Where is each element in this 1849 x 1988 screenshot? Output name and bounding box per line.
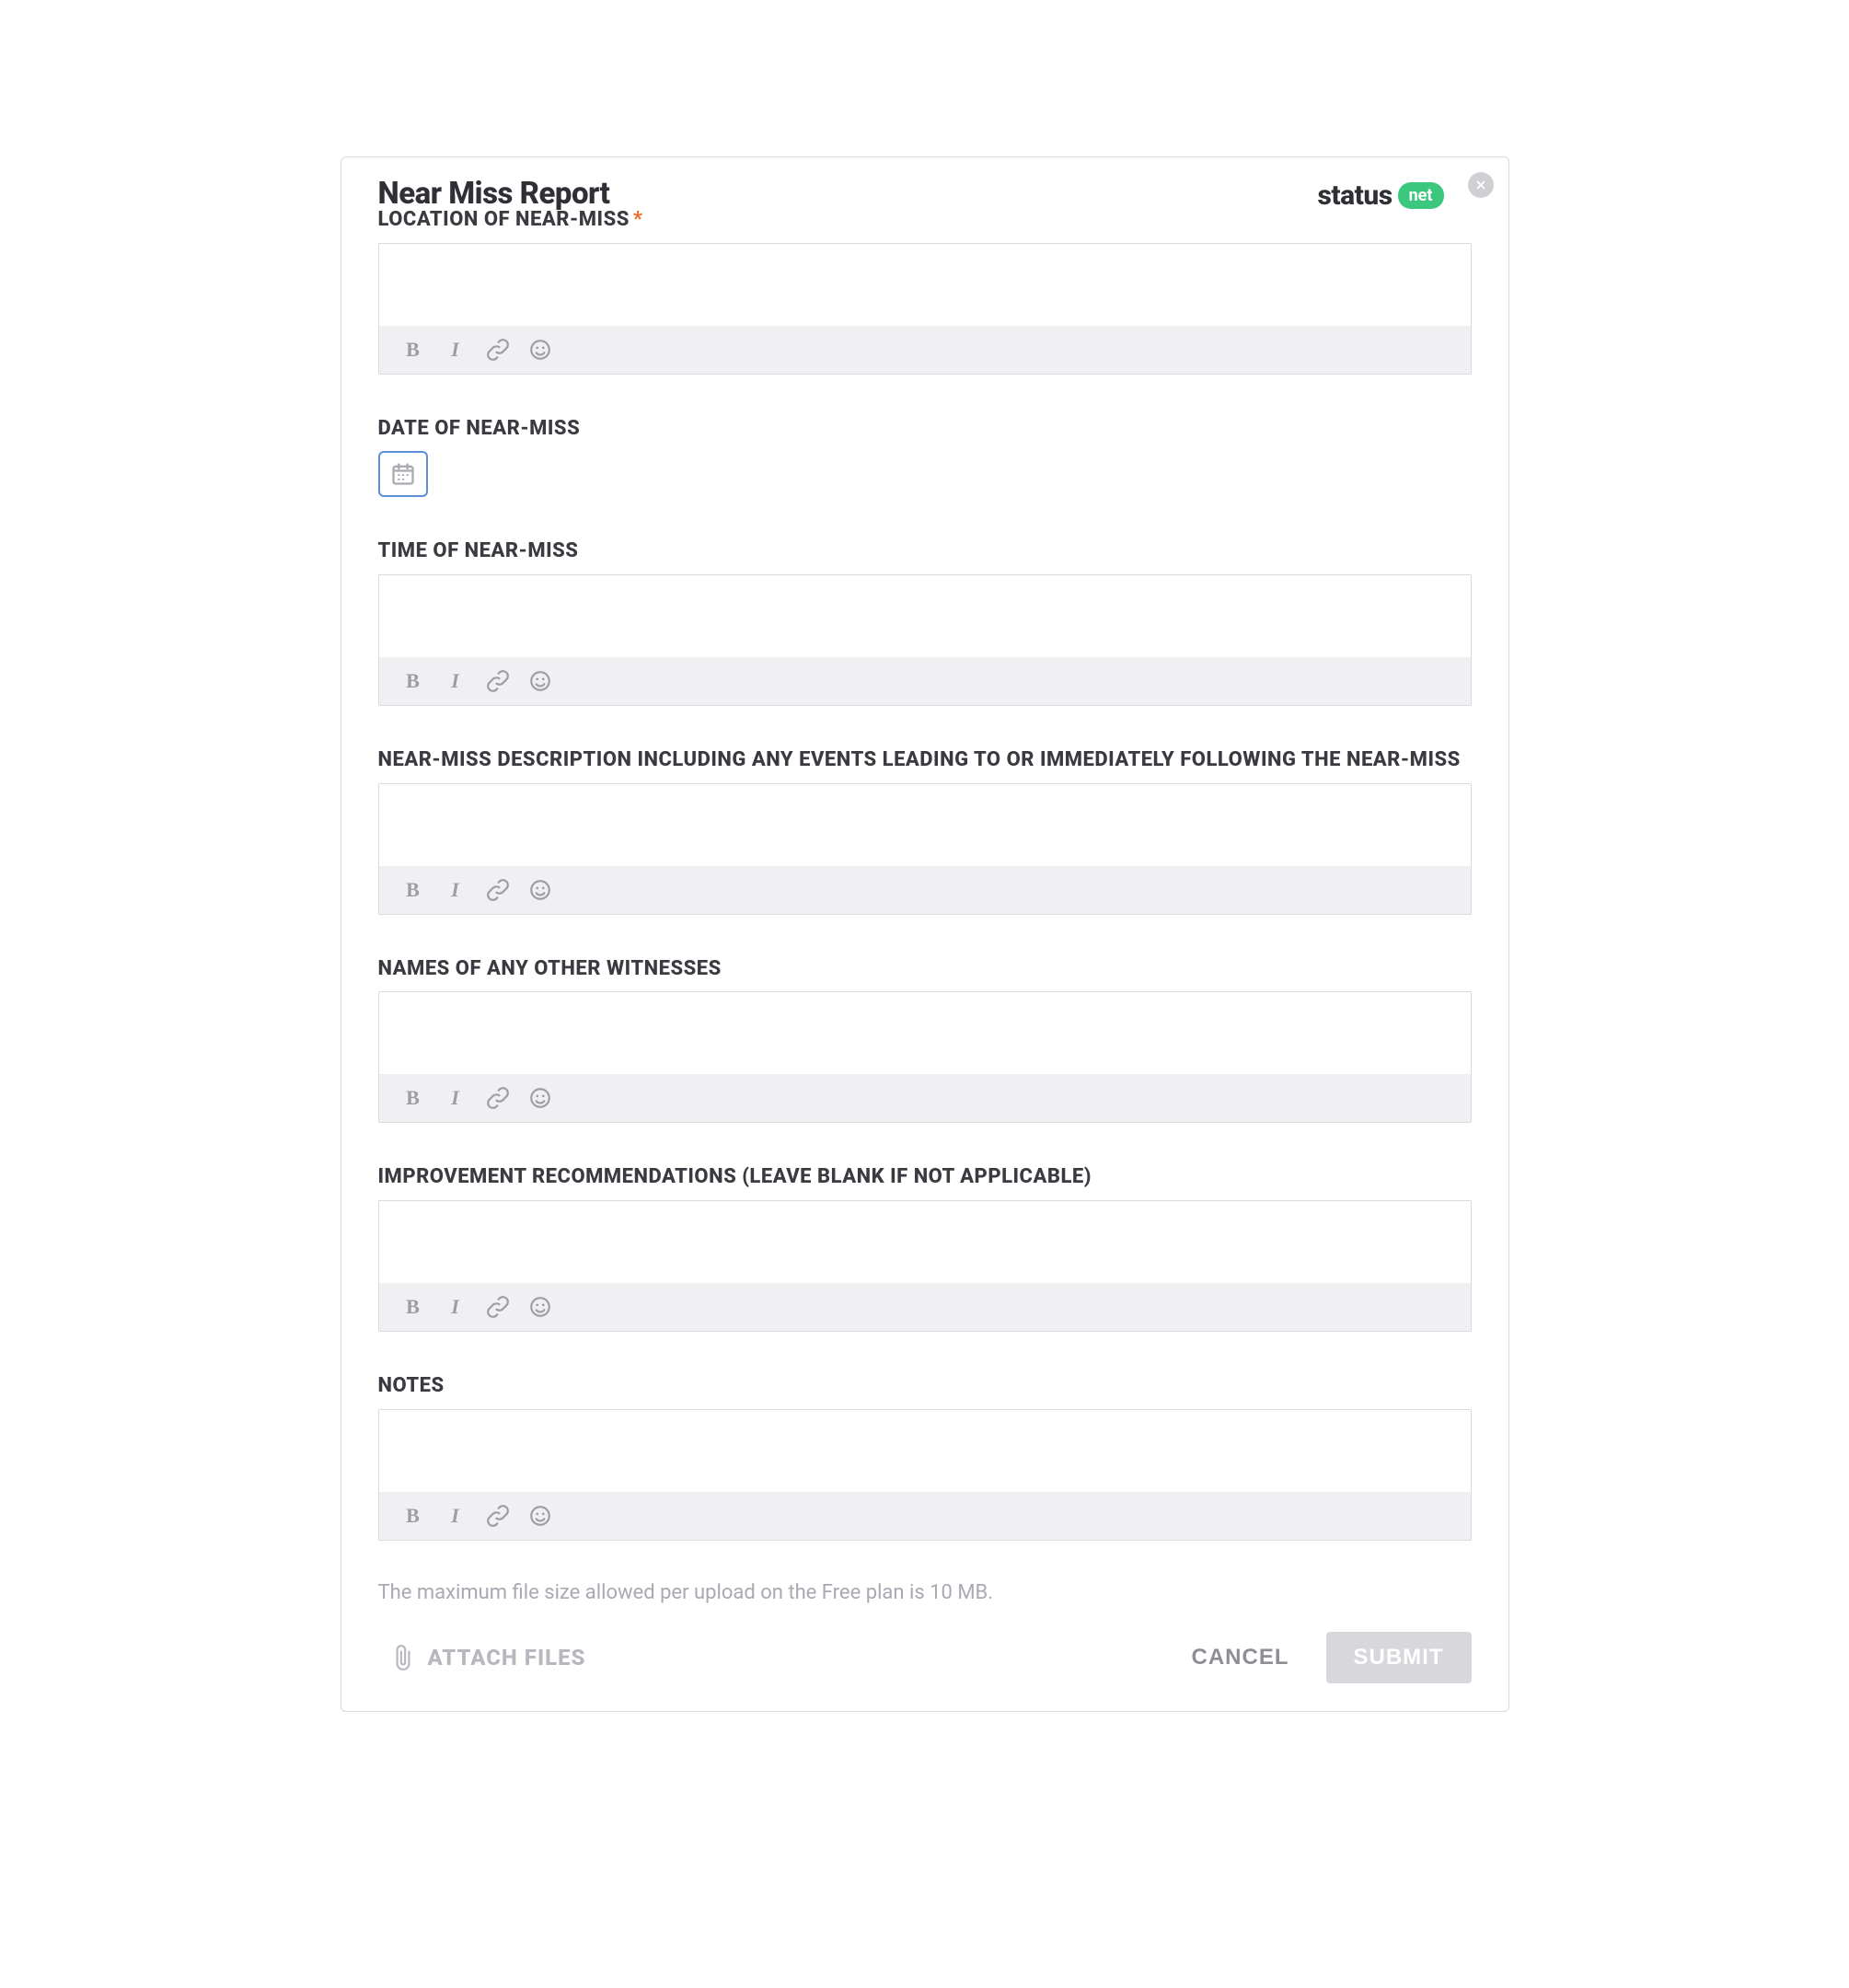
field-time: TIME OF NEAR-MISS B I [378, 537, 1472, 706]
emoji-icon [528, 1086, 552, 1110]
brand-badge: net [1398, 182, 1444, 209]
emoji-icon [528, 1295, 552, 1319]
link-icon [486, 338, 510, 362]
link-button[interactable] [486, 1295, 510, 1319]
editor-location: B I [378, 243, 1472, 375]
close-button[interactable] [1468, 172, 1494, 198]
link-button[interactable] [486, 878, 510, 902]
paperclip-icon [391, 1644, 415, 1671]
link-button[interactable] [486, 1504, 510, 1528]
brand-text: status [1317, 179, 1392, 212]
time-input[interactable] [379, 575, 1471, 653]
link-icon [486, 878, 510, 902]
link-button[interactable] [486, 338, 510, 362]
close-icon [1474, 179, 1487, 191]
emoji-button[interactable] [528, 1295, 552, 1319]
editor-toolbar: B I [379, 657, 1471, 705]
field-label-improvements: IMPROVEMENT RECOMMENDATIONS (LEAVE BLANK… [378, 1163, 1472, 1191]
italic-button[interactable]: I [444, 1295, 468, 1319]
italic-button[interactable]: I [444, 338, 468, 362]
field-label-description: NEAR-MISS DESCRIPTION INCLUDING ANY EVEN… [378, 746, 1472, 774]
notes-input[interactable] [379, 1410, 1471, 1488]
emoji-icon [528, 669, 552, 693]
italic-button[interactable]: I [444, 878, 468, 902]
field-witnesses: NAMES OF ANY OTHER WITNESSES B I [378, 955, 1472, 1124]
editor-time: B I [378, 574, 1472, 706]
attach-files-button[interactable]: ATTACH FILES [391, 1644, 586, 1671]
editor-description: B I [378, 783, 1472, 915]
emoji-button[interactable] [528, 1504, 552, 1528]
bold-button[interactable]: B [401, 1086, 425, 1110]
bold-button[interactable]: B [401, 338, 425, 362]
bold-button[interactable]: B [401, 1504, 425, 1528]
near-miss-report-modal: Near Miss Report status net LOCATION OF … [341, 156, 1509, 1712]
editor-toolbar: B I [379, 1074, 1471, 1122]
location-input[interactable] [379, 244, 1471, 322]
required-star: * [633, 208, 643, 231]
italic-button[interactable]: I [444, 669, 468, 693]
field-label-witnesses: NAMES OF ANY OTHER WITNESSES [378, 955, 1472, 983]
submit-button[interactable]: SUBMIT [1326, 1632, 1472, 1683]
link-icon [486, 1086, 510, 1110]
emoji-button[interactable] [528, 669, 552, 693]
emoji-icon [528, 878, 552, 902]
field-improvements: IMPROVEMENT RECOMMENDATIONS (LEAVE BLANK… [378, 1163, 1472, 1332]
italic-button[interactable]: I [444, 1504, 468, 1528]
editor-toolbar: B I [379, 326, 1471, 374]
field-label-date: DATE OF NEAR-MISS [378, 415, 1472, 443]
editor-witnesses: B I [378, 991, 1472, 1123]
field-description: NEAR-MISS DESCRIPTION INCLUDING ANY EVEN… [378, 746, 1472, 915]
date-picker-button[interactable] [378, 451, 428, 497]
emoji-icon [528, 338, 552, 362]
field-location: LOCATION OF NEAR-MISS* B I [378, 206, 1472, 375]
emoji-icon [528, 1504, 552, 1528]
witnesses-input[interactable] [379, 992, 1471, 1070]
brand-logo: status net [1317, 179, 1443, 212]
upload-size-note: The maximum file size allowed per upload… [378, 1581, 1472, 1604]
bold-button[interactable]: B [401, 878, 425, 902]
editor-toolbar: B I [379, 1492, 1471, 1540]
footer-actions: CANCEL SUBMIT [1192, 1632, 1472, 1683]
emoji-button[interactable] [528, 878, 552, 902]
field-date: DATE OF NEAR-MISS [378, 415, 1472, 498]
cancel-button[interactable]: CANCEL [1192, 1645, 1289, 1670]
emoji-button[interactable] [528, 338, 552, 362]
link-icon [486, 669, 510, 693]
field-notes: NOTES B I [378, 1372, 1472, 1541]
calendar-icon [390, 461, 416, 487]
improvements-input[interactable] [379, 1201, 1471, 1279]
link-button[interactable] [486, 1086, 510, 1110]
editor-toolbar: B I [379, 1283, 1471, 1331]
editor-improvements: B I [378, 1200, 1472, 1332]
modal-footer: ATTACH FILES CANCEL SUBMIT [378, 1632, 1472, 1683]
emoji-button[interactable] [528, 1086, 552, 1110]
attach-files-label: ATTACH FILES [428, 1645, 586, 1670]
field-label-notes: NOTES [378, 1372, 1472, 1400]
bold-button[interactable]: B [401, 1295, 425, 1319]
link-button[interactable] [486, 669, 510, 693]
italic-button[interactable]: I [444, 1086, 468, 1110]
editor-notes: B I [378, 1409, 1472, 1541]
field-label-time: TIME OF NEAR-MISS [378, 537, 1472, 565]
link-icon [486, 1295, 510, 1319]
description-input[interactable] [379, 784, 1471, 862]
editor-toolbar: B I [379, 866, 1471, 914]
link-icon [486, 1504, 510, 1528]
bold-button[interactable]: B [401, 669, 425, 693]
